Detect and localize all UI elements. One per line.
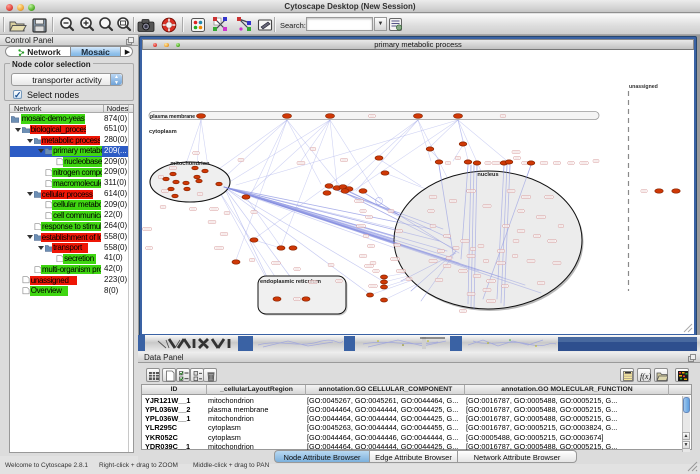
svg-text:mitochondrion: mitochondrion <box>170 161 210 167</box>
svg-text:plasma membrane: plasma membrane <box>150 114 195 120</box>
svg-text:cytoplasm: cytoplasm <box>149 129 177 135</box>
svg-text:f(x): f(x) <box>640 372 651 381</box>
svg-text:unassigned: unassigned <box>629 84 658 90</box>
svg-text:nucleus: nucleus <box>477 172 498 178</box>
